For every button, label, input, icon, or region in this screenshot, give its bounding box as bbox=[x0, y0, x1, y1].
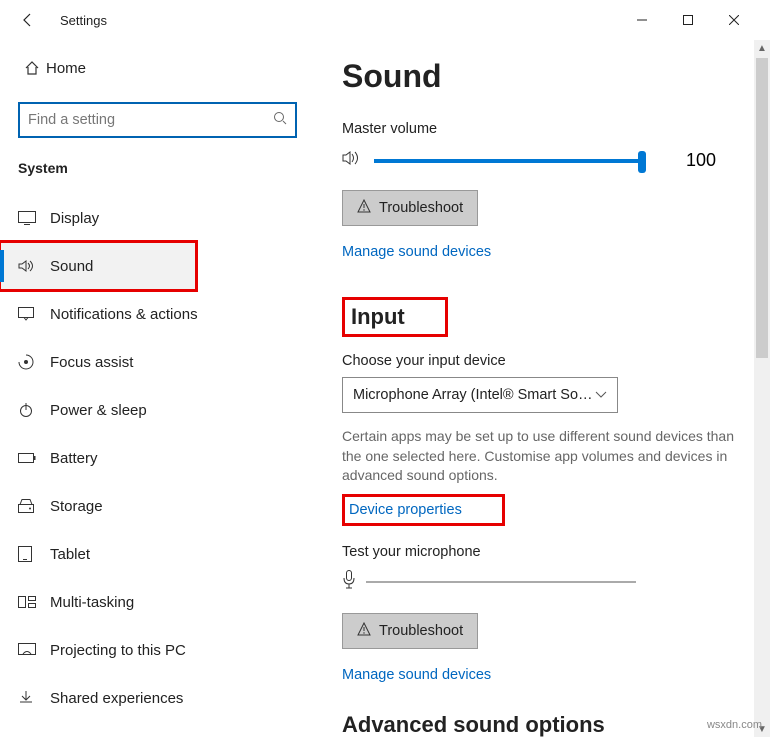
sidebar-item-power-sleep[interactable]: Power & sleep bbox=[0, 386, 315, 434]
choose-input-label: Choose your input device bbox=[342, 353, 744, 369]
manage-output-devices-link[interactable]: Manage sound devices bbox=[342, 244, 491, 260]
minimize-button[interactable] bbox=[620, 5, 664, 35]
sidebar-item-label: Sound bbox=[50, 258, 93, 275]
advanced-heading: Advanced sound options bbox=[342, 712, 744, 737]
notifications-icon bbox=[18, 307, 50, 321]
watermark: wsxdn.com bbox=[707, 719, 762, 731]
troubleshoot-output-button[interactable]: Troubleshoot bbox=[342, 190, 478, 226]
scroll-thumb[interactable] bbox=[756, 58, 768, 358]
main-area: Home Find a setting System Display Sound… bbox=[0, 40, 770, 737]
search-icon bbox=[273, 111, 287, 129]
arrow-left-icon bbox=[20, 12, 36, 28]
sidebar-item-label: Multi-tasking bbox=[50, 594, 134, 611]
multitasking-icon bbox=[18, 596, 50, 608]
window-title: Settings bbox=[60, 13, 107, 28]
back-button[interactable] bbox=[14, 6, 42, 34]
sidebar-item-sound[interactable]: Sound bbox=[0, 242, 196, 290]
search-placeholder: Find a setting bbox=[28, 112, 273, 128]
tablet-icon bbox=[18, 546, 50, 562]
sidebar-item-label: Tablet bbox=[50, 546, 90, 563]
battery-icon bbox=[18, 452, 50, 464]
page-title: Sound bbox=[342, 58, 744, 95]
scroll-up-icon[interactable]: ▲ bbox=[754, 40, 770, 56]
content-pane: Sound Master volume 100 Troubleshoot Man… bbox=[316, 40, 770, 737]
mic-level-bar bbox=[366, 581, 636, 583]
device-properties-link[interactable]: Device properties bbox=[349, 502, 462, 518]
troubleshoot-input-button[interactable]: Troubleshoot bbox=[342, 613, 478, 649]
sidebar: Home Find a setting System Display Sound… bbox=[0, 40, 316, 737]
sidebar-item-label: Focus assist bbox=[50, 354, 133, 371]
sidebar-item-label: Storage bbox=[50, 498, 103, 515]
manage-input-devices-link[interactable]: Manage sound devices bbox=[342, 667, 491, 683]
scrollbar[interactable]: ▲ ▼ bbox=[754, 40, 770, 737]
display-icon bbox=[18, 211, 50, 225]
window-controls bbox=[620, 5, 756, 35]
storage-icon bbox=[18, 499, 50, 513]
sidebar-item-tablet[interactable]: Tablet bbox=[0, 530, 315, 578]
warning-icon bbox=[357, 199, 371, 217]
minimize-icon bbox=[637, 15, 647, 25]
volume-value: 100 bbox=[686, 150, 716, 171]
sidebar-item-shared-experiences[interactable]: Shared experiences bbox=[0, 674, 315, 722]
sidebar-item-label: Display bbox=[50, 210, 99, 227]
sidebar-item-display[interactable]: Display bbox=[0, 194, 315, 242]
sidebar-item-label: Battery bbox=[50, 450, 98, 467]
slider-thumb[interactable] bbox=[638, 151, 646, 173]
input-device-value: Microphone Array (Intel® Smart So… bbox=[353, 387, 593, 403]
sidebar-item-label: Power & sleep bbox=[50, 402, 147, 419]
search-input[interactable]: Find a setting bbox=[18, 102, 297, 138]
maximize-icon bbox=[683, 15, 693, 25]
maximize-button[interactable] bbox=[666, 5, 710, 35]
input-info-text: Certain apps may be set up to use differ… bbox=[342, 427, 742, 486]
home-label: Home bbox=[46, 60, 86, 77]
power-icon bbox=[18, 402, 50, 418]
warning-icon bbox=[357, 622, 371, 640]
test-microphone-row bbox=[342, 570, 744, 595]
sidebar-item-focus-assist[interactable]: Focus assist bbox=[0, 338, 315, 386]
sidebar-item-projecting[interactable]: Projecting to this PC bbox=[0, 626, 315, 674]
speaker-icon[interactable] bbox=[342, 149, 362, 172]
nav-list: Display Sound Notifications & actions Fo… bbox=[0, 194, 315, 722]
sidebar-item-battery[interactable]: Battery bbox=[0, 434, 315, 482]
sidebar-item-label: Notifications & actions bbox=[50, 306, 198, 323]
troubleshoot-label: Troubleshoot bbox=[379, 623, 463, 639]
chevron-down-icon bbox=[595, 387, 607, 403]
shared-icon bbox=[18, 690, 50, 706]
microphone-icon bbox=[342, 570, 356, 595]
volume-slider[interactable] bbox=[374, 159, 644, 163]
focus-assist-icon bbox=[18, 354, 50, 370]
sidebar-item-storage[interactable]: Storage bbox=[0, 482, 315, 530]
sidebar-item-notifications[interactable]: Notifications & actions bbox=[0, 290, 315, 338]
input-heading: Input bbox=[342, 297, 448, 337]
close-icon bbox=[729, 15, 739, 25]
sidebar-item-label: Shared experiences bbox=[50, 690, 183, 707]
titlebar: Settings bbox=[0, 0, 770, 40]
master-volume-label: Master volume bbox=[342, 121, 744, 137]
input-device-select[interactable]: Microphone Array (Intel® Smart So… bbox=[342, 377, 618, 413]
test-microphone-label: Test your microphone bbox=[342, 544, 744, 560]
sound-icon bbox=[18, 259, 50, 273]
projecting-icon bbox=[18, 643, 50, 657]
home-icon bbox=[18, 60, 46, 76]
sidebar-group-title: System bbox=[18, 160, 297, 176]
sidebar-item-label: Projecting to this PC bbox=[50, 642, 186, 659]
close-button[interactable] bbox=[712, 5, 756, 35]
sidebar-item-multitasking[interactable]: Multi-tasking bbox=[0, 578, 315, 626]
master-volume-row: 100 bbox=[342, 149, 744, 172]
home-button[interactable]: Home bbox=[18, 46, 297, 90]
troubleshoot-label: Troubleshoot bbox=[379, 200, 463, 216]
